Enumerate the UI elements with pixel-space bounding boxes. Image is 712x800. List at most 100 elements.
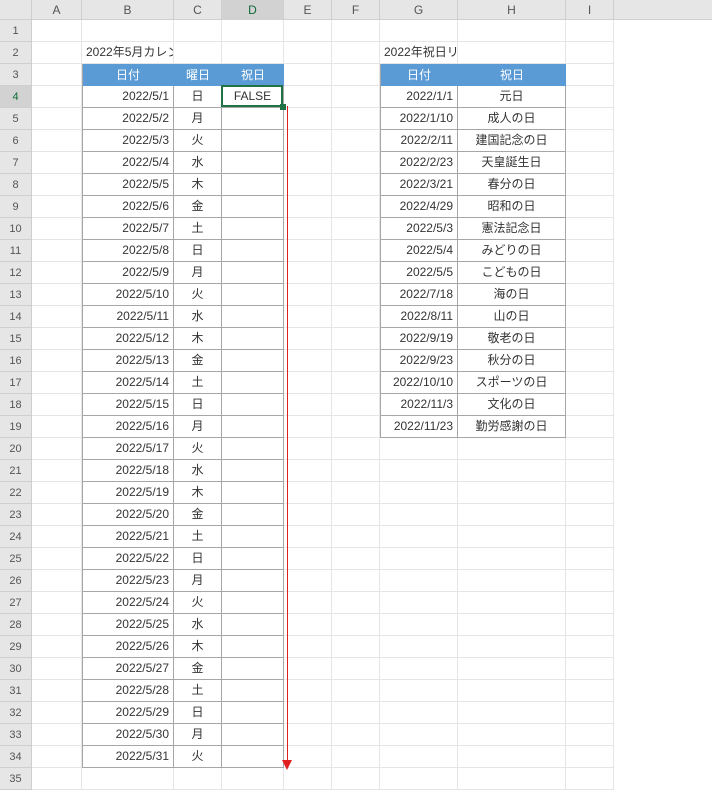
- cell-D33[interactable]: [222, 724, 284, 746]
- cell-F28[interactable]: [332, 614, 380, 636]
- sheet-body[interactable]: 2022年5月カレンダー2022年祝日リスト日付曜日祝日日付祝日2022/5/1…: [32, 20, 712, 800]
- cell-C29[interactable]: 木: [174, 636, 222, 658]
- col-header-A[interactable]: A: [32, 0, 82, 20]
- cell-G33[interactable]: [380, 724, 458, 746]
- cell-I20[interactable]: [566, 438, 614, 460]
- cell-F25[interactable]: [332, 548, 380, 570]
- cell-C9[interactable]: 金: [174, 196, 222, 218]
- cell-G4[interactable]: 2022/1/1: [380, 86, 458, 108]
- cell-I1[interactable]: [566, 20, 614, 42]
- cell-A33[interactable]: [32, 724, 82, 746]
- cell-C14[interactable]: 水: [174, 306, 222, 328]
- cell-B13[interactable]: 2022/5/10: [82, 284, 174, 306]
- cell-H6[interactable]: 建国記念の日: [458, 130, 566, 152]
- cell-E33[interactable]: [284, 724, 332, 746]
- cell-E28[interactable]: [284, 614, 332, 636]
- cell-C7[interactable]: 水: [174, 152, 222, 174]
- cell-I6[interactable]: [566, 130, 614, 152]
- cell-A23[interactable]: [32, 504, 82, 526]
- cell-I11[interactable]: [566, 240, 614, 262]
- cell-H12[interactable]: こどもの日: [458, 262, 566, 284]
- cell-D35[interactable]: [222, 768, 284, 790]
- cell-E17[interactable]: [284, 372, 332, 394]
- cell-I9[interactable]: [566, 196, 614, 218]
- cell-B29[interactable]: 2022/5/26: [82, 636, 174, 658]
- cell-D31[interactable]: [222, 680, 284, 702]
- cell-A35[interactable]: [32, 768, 82, 790]
- cell-G30[interactable]: [380, 658, 458, 680]
- cell-G21[interactable]: [380, 460, 458, 482]
- cell-D34[interactable]: [222, 746, 284, 768]
- row-header-29[interactable]: 29: [0, 636, 32, 658]
- cell-E7[interactable]: [284, 152, 332, 174]
- cell-H2[interactable]: [458, 42, 566, 64]
- cell-grid[interactable]: 2022年5月カレンダー2022年祝日リスト日付曜日祝日日付祝日2022/5/1…: [32, 20, 712, 790]
- cell-I12[interactable]: [566, 262, 614, 284]
- row-header-11[interactable]: 11: [0, 240, 32, 262]
- cell-C27[interactable]: 火: [174, 592, 222, 614]
- col-header-I[interactable]: I: [566, 0, 614, 20]
- cell-G31[interactable]: [380, 680, 458, 702]
- cell-C17[interactable]: 土: [174, 372, 222, 394]
- cell-H9[interactable]: 昭和の日: [458, 196, 566, 218]
- cell-A8[interactable]: [32, 174, 82, 196]
- cell-B34[interactable]: 2022/5/31: [82, 746, 174, 768]
- cell-C6[interactable]: 火: [174, 130, 222, 152]
- cell-B31[interactable]: 2022/5/28: [82, 680, 174, 702]
- row-header-14[interactable]: 14: [0, 306, 32, 328]
- cell-I15[interactable]: [566, 328, 614, 350]
- cell-G13[interactable]: 2022/7/18: [380, 284, 458, 306]
- cell-H31[interactable]: [458, 680, 566, 702]
- cell-A25[interactable]: [32, 548, 82, 570]
- cell-B22[interactable]: 2022/5/19: [82, 482, 174, 504]
- row-header-32[interactable]: 32: [0, 702, 32, 724]
- cell-E15[interactable]: [284, 328, 332, 350]
- cell-C30[interactable]: 金: [174, 658, 222, 680]
- cell-G34[interactable]: [380, 746, 458, 768]
- row-header-16[interactable]: 16: [0, 350, 32, 372]
- cell-A20[interactable]: [32, 438, 82, 460]
- cell-A9[interactable]: [32, 196, 82, 218]
- cell-C16[interactable]: 金: [174, 350, 222, 372]
- row-header-7[interactable]: 7: [0, 152, 32, 174]
- cell-D9[interactable]: [222, 196, 284, 218]
- cell-C25[interactable]: 日: [174, 548, 222, 570]
- cell-E12[interactable]: [284, 262, 332, 284]
- row-header-18[interactable]: 18: [0, 394, 32, 416]
- cell-D11[interactable]: [222, 240, 284, 262]
- row-header-21[interactable]: 21: [0, 460, 32, 482]
- cell-G5[interactable]: 2022/1/10: [380, 108, 458, 130]
- col-header-B[interactable]: B: [82, 0, 174, 20]
- cell-G10[interactable]: 2022/5/3: [380, 218, 458, 240]
- cell-I13[interactable]: [566, 284, 614, 306]
- cell-I7[interactable]: [566, 152, 614, 174]
- cell-I30[interactable]: [566, 658, 614, 680]
- cell-H5[interactable]: 成人の日: [458, 108, 566, 130]
- cell-F7[interactable]: [332, 152, 380, 174]
- cell-E16[interactable]: [284, 350, 332, 372]
- cell-F12[interactable]: [332, 262, 380, 284]
- row-header-13[interactable]: 13: [0, 284, 32, 306]
- cell-D17[interactable]: [222, 372, 284, 394]
- cell-E10[interactable]: [284, 218, 332, 240]
- cell-F34[interactable]: [332, 746, 380, 768]
- cell-H3[interactable]: 祝日: [458, 64, 566, 86]
- cell-H28[interactable]: [458, 614, 566, 636]
- row-header-10[interactable]: 10: [0, 218, 32, 240]
- cell-I4[interactable]: [566, 86, 614, 108]
- cell-F19[interactable]: [332, 416, 380, 438]
- cell-B26[interactable]: 2022/5/23: [82, 570, 174, 592]
- cell-I3[interactable]: [566, 64, 614, 86]
- cell-H19[interactable]: 勤労感謝の日: [458, 416, 566, 438]
- cell-F21[interactable]: [332, 460, 380, 482]
- cell-B11[interactable]: 2022/5/8: [82, 240, 174, 262]
- cell-B2[interactable]: 2022年5月カレンダー: [82, 42, 174, 64]
- cell-G3[interactable]: 日付: [380, 64, 458, 86]
- cell-F9[interactable]: [332, 196, 380, 218]
- cell-F30[interactable]: [332, 658, 380, 680]
- cell-A29[interactable]: [32, 636, 82, 658]
- cell-C32[interactable]: 日: [174, 702, 222, 724]
- col-header-G[interactable]: G: [380, 0, 458, 20]
- cell-E23[interactable]: [284, 504, 332, 526]
- cell-A10[interactable]: [32, 218, 82, 240]
